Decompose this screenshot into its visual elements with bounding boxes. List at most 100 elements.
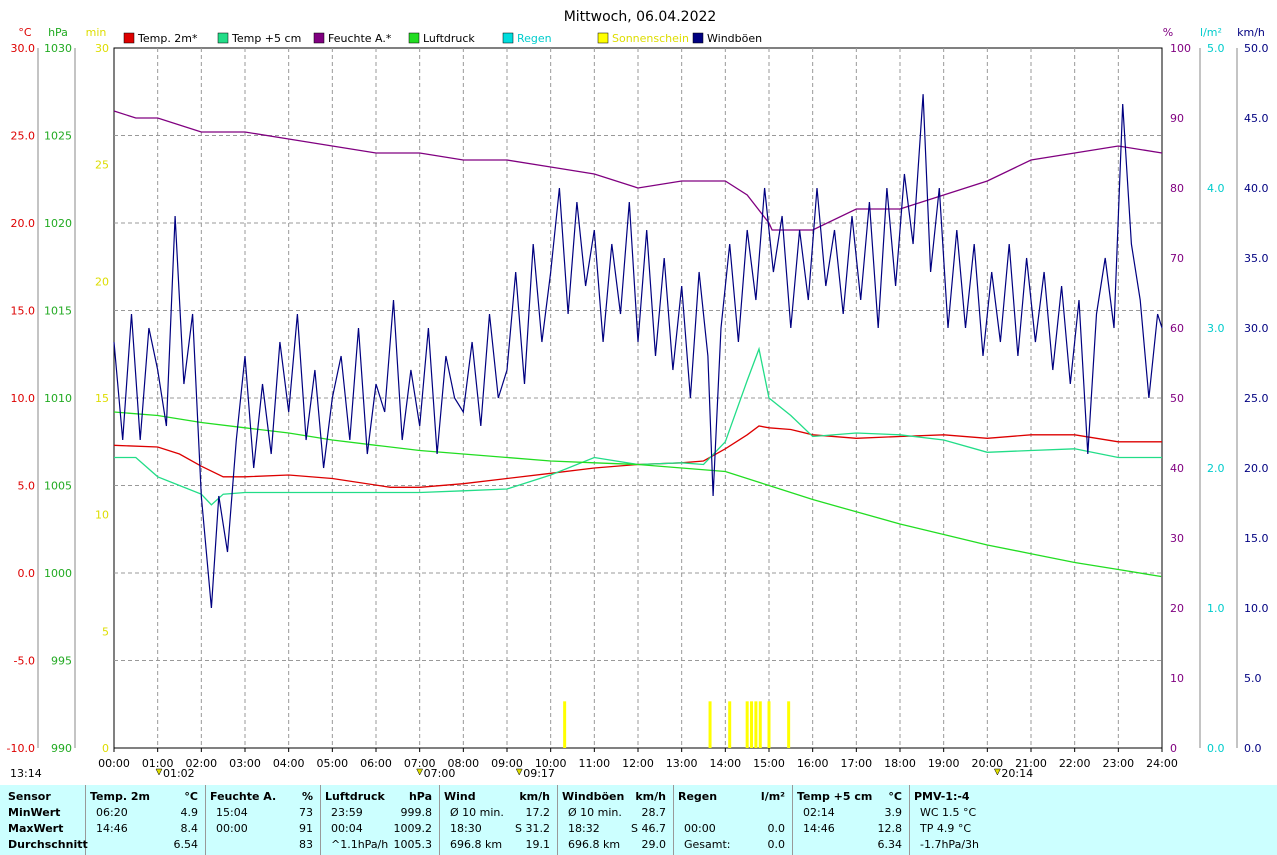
humidity-tick-label: 90 [1170, 112, 1184, 125]
legend-label: Feuchte A.* [328, 32, 392, 45]
sun-tick-label: 25 [95, 159, 109, 172]
x-tick-label: 12:00 [622, 757, 654, 770]
temp-axis-unit: °C [18, 26, 32, 39]
stats-cell-value: 17.2 [525, 806, 551, 819]
wind-axis-unit: km/h [1237, 26, 1265, 39]
stats-column-divider [439, 785, 440, 855]
stats-cell-value: 28.7 [641, 806, 667, 819]
stats-cell-value: 3.9 [884, 806, 903, 819]
legend-swatch [123, 32, 135, 44]
stats-cell-value: S 31.2 [515, 822, 550, 835]
stats-cell-value: 6.34 [877, 838, 903, 851]
pressure-tick-label: 1010 [44, 392, 72, 405]
stats-column-divider [792, 785, 793, 855]
humidity-tick-label: 40 [1170, 462, 1184, 475]
stats-column-divider [909, 785, 910, 855]
stats-column-divider [673, 785, 674, 855]
temp-tick-label: 0.0 [18, 567, 36, 580]
stats-column-divider [557, 785, 558, 855]
stats-cell-value: 1009.2 [393, 822, 433, 835]
wind-tick-label: 45.0 [1244, 112, 1269, 125]
x-tick-label: 17:00 [840, 757, 872, 770]
stats-cell-value: 999.8 [400, 806, 433, 819]
pressure-tick-label: 995 [51, 655, 72, 668]
x-tick-label: 09:00 [491, 757, 523, 770]
stats-cell-value: 1005.3 [393, 838, 433, 851]
humidity-tick-label: 30 [1170, 532, 1184, 545]
stats-cell-value: 0.0 [767, 838, 786, 851]
x-tick-label: 03:00 [229, 757, 261, 770]
wind-tick-label: 30.0 [1244, 322, 1269, 335]
stats-cell-value: 12.8 [877, 822, 903, 835]
wind-tick-label: 5.0 [1244, 672, 1262, 685]
time-marker: 13:14 [10, 767, 42, 780]
rain-axis-unit: l/m² [1200, 26, 1222, 39]
stats-col-unit: % [301, 790, 313, 803]
stats-cell-value: S 46.7 [631, 822, 666, 835]
x-tick-label: 00:00 [98, 757, 130, 770]
x-tick-label: 15:00 [753, 757, 785, 770]
x-tick-label: 11:00 [578, 757, 610, 770]
left-axes: °C hPa min 30.0 25.0 20.0 15.0 10.0 5.0 0.0 -5.0 -1… [7, 26, 109, 755]
humidity-tick-label: 50 [1170, 392, 1184, 405]
stats-cell-value: 19.1 [525, 838, 551, 851]
stats-cell-value: 29.0 [641, 838, 667, 851]
temp-tick-label: 15.0 [11, 305, 36, 318]
x-tick-label: 13:00 [666, 757, 698, 770]
x-tick-label: 22:00 [1059, 757, 1091, 770]
x-tick-label: 05:00 [316, 757, 348, 770]
x-tick-label: 23:00 [1102, 757, 1134, 770]
sunshine-bar [767, 701, 771, 748]
wind-tick-label: 40.0 [1244, 182, 1269, 195]
legend-label: Sonnenschein [612, 32, 689, 45]
temp-tick-label: 20.0 [11, 217, 36, 230]
rain-tick-label: 3.0 [1207, 322, 1225, 335]
x-tick-label: 24:00 [1146, 757, 1178, 770]
temp-tick-label: 25.0 [11, 130, 36, 143]
pressure-tick-label: 1030 [44, 42, 72, 55]
sunshine-bar [563, 701, 567, 748]
x-tick-label: 16:00 [797, 757, 829, 770]
stats-cell-label: TP 4.9 °C [920, 822, 972, 835]
stats-col-unit: °C [888, 790, 902, 803]
marker-triangle [993, 768, 1001, 776]
x-tick-label: 04:00 [273, 757, 305, 770]
marker-triangle [155, 768, 163, 776]
stats-col-unit: hPa [408, 790, 432, 803]
wind-tick-label: 25.0 [1244, 392, 1269, 405]
humidity-tick-label: 60 [1170, 322, 1184, 335]
humidity-tick-label: 70 [1170, 252, 1184, 265]
chart-grid [113, 47, 1163, 749]
marker-triangle [515, 768, 523, 776]
stats-row-label: MaxWert [8, 822, 64, 835]
sunshine-bar [750, 701, 754, 748]
wind-tick-label: 15.0 [1244, 532, 1269, 545]
stats-cell-value: 83 [299, 838, 313, 851]
stats-cell-value: 73 [299, 806, 313, 819]
legend-label: Windböen [707, 32, 762, 45]
humidity-tick-label: 80 [1170, 182, 1184, 195]
sun-tick-label: 10 [95, 509, 109, 522]
sunshine-bar [745, 701, 749, 748]
sunshine-bar [787, 701, 791, 748]
stats-col-unit: °C [184, 790, 198, 803]
wind-tick-label: 50.0 [1244, 42, 1269, 55]
legend-swatch [408, 32, 420, 44]
rain-tick-label: 2.0 [1207, 462, 1225, 475]
x-tick-label: 20:00 [971, 757, 1003, 770]
humidity-tick-label: 100 [1170, 42, 1191, 55]
time-marker: 07:00 [424, 767, 456, 780]
wind-tick-label: 20.0 [1244, 462, 1269, 475]
sun-tick-label: 15 [95, 392, 109, 405]
wind-tick-label: 0.0 [1244, 742, 1262, 755]
stats-cell-value: 4.9 [180, 806, 199, 819]
temp-tick-label: 5.0 [18, 480, 36, 493]
time-marker: 01:02 [163, 767, 195, 780]
stats-row-label: Durchschnitt [8, 838, 88, 851]
stats-row-label: Sensor [8, 790, 51, 803]
x-tick-label: 14:00 [709, 757, 741, 770]
series-sonnenschein [563, 701, 791, 748]
legend-swatch [502, 32, 514, 44]
humidity-tick-label: 0 [1170, 742, 1177, 755]
pressure-tick-label: 1015 [44, 305, 72, 318]
